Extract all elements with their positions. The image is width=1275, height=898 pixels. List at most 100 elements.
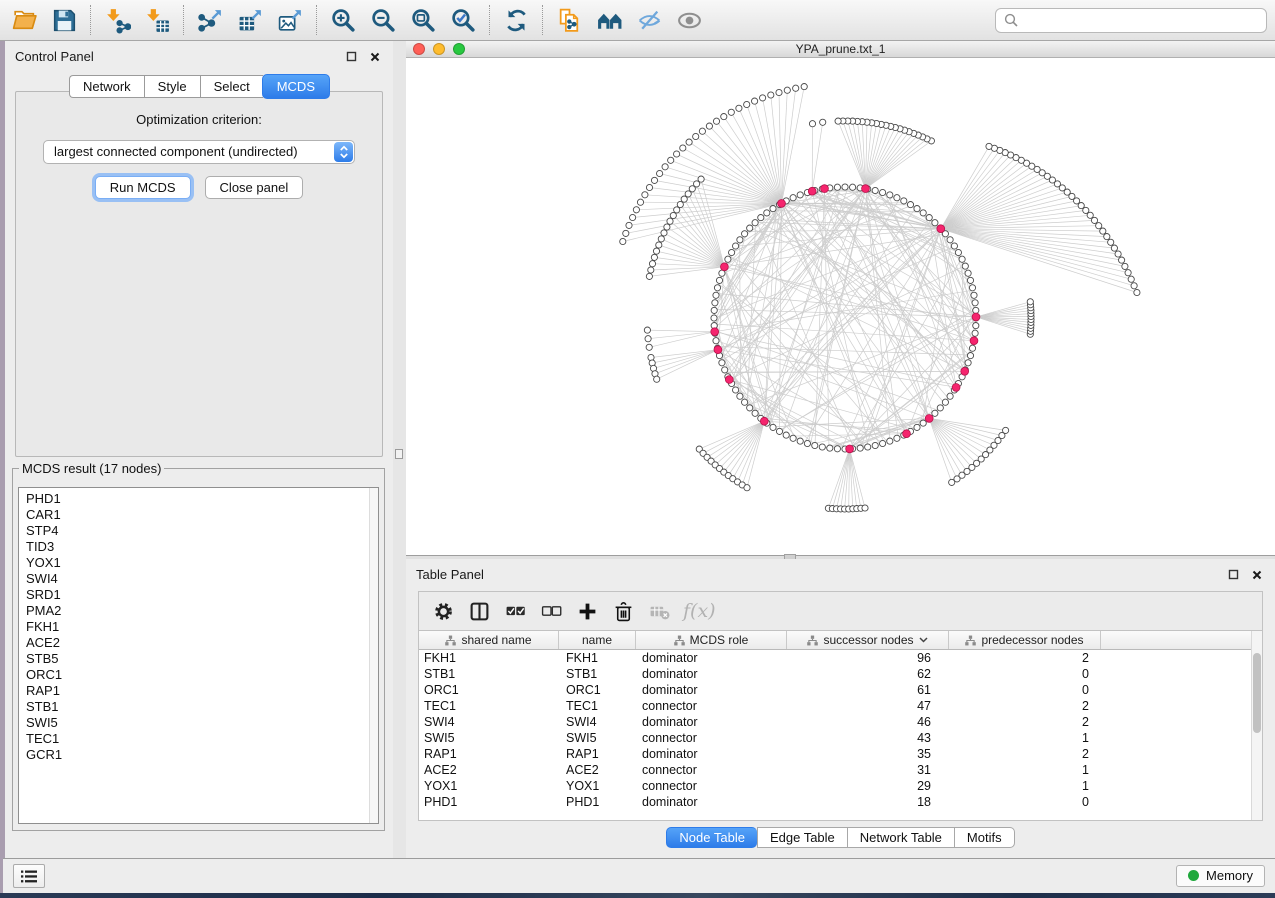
export-image-button[interactable] xyxy=(270,3,310,37)
list-item[interactable]: SRD1 xyxy=(26,587,378,603)
cell-name[interactable]: STB1 xyxy=(559,667,636,681)
save-button[interactable] xyxy=(44,3,84,37)
cell-successor-nodes[interactable]: 31 xyxy=(787,763,949,777)
list-item[interactable]: CAR1 xyxy=(26,507,378,523)
cell-shared-name[interactable]: ORC1 xyxy=(419,683,559,697)
zoom-fit-button[interactable] xyxy=(403,3,443,37)
clone-network-button[interactable] xyxy=(549,3,589,37)
cell-predecessor-nodes[interactable]: 0 xyxy=(949,795,1101,809)
column-header-shared-name[interactable]: shared name xyxy=(419,631,559,649)
zoom-in-button[interactable] xyxy=(323,3,363,37)
select-all-button[interactable] xyxy=(503,597,527,625)
cell-MCDS-role[interactable]: connector xyxy=(636,731,787,745)
cell-predecessor-nodes[interactable]: 2 xyxy=(949,699,1101,713)
close-table-panel-icon[interactable] xyxy=(1249,568,1265,582)
cell-MCDS-role[interactable]: connector xyxy=(636,763,787,777)
list-item[interactable]: PHD1 xyxy=(26,491,378,507)
cell-MCDS-role[interactable]: connector xyxy=(636,779,787,793)
split-view-button[interactable] xyxy=(467,597,491,625)
tab-select[interactable]: Select xyxy=(200,75,263,98)
cell-successor-nodes[interactable]: 43 xyxy=(787,731,949,745)
cell-predecessor-nodes[interactable]: 1 xyxy=(949,731,1101,745)
close-panel-icon[interactable] xyxy=(367,50,383,64)
first-neighbors-button[interactable] xyxy=(589,3,629,37)
close-panel-button[interactable]: Close panel xyxy=(205,176,304,199)
column-header-name[interactable]: name xyxy=(559,631,636,649)
table-row[interactable]: RAP1RAP1dominator352 xyxy=(419,746,1262,762)
cell-shared-name[interactable]: STB1 xyxy=(419,667,559,681)
network-window-titlebar[interactable]: YPA_prune.txt_1 xyxy=(406,41,1275,58)
tab-motifs[interactable]: Motifs xyxy=(954,827,1015,848)
list-item[interactable]: STB1 xyxy=(26,699,378,715)
refresh-button[interactable] xyxy=(496,3,536,37)
cell-successor-nodes[interactable]: 61 xyxy=(787,683,949,697)
tab-mcds[interactable]: MCDS xyxy=(262,74,330,99)
cell-successor-nodes[interactable]: 29 xyxy=(787,779,949,793)
float-panel-icon[interactable] xyxy=(343,50,359,64)
cell-MCDS-role[interactable]: dominator xyxy=(636,683,787,697)
column-header-successor-nodes[interactable]: successor nodes xyxy=(787,631,949,649)
table-row[interactable]: SWI5SWI5connector431 xyxy=(419,730,1262,746)
zoom-selected-button[interactable] xyxy=(443,3,483,37)
list-item[interactable]: SWI4 xyxy=(26,571,378,587)
cell-name[interactable]: SWI5 xyxy=(559,731,636,745)
list-item[interactable]: FKH1 xyxy=(26,619,378,635)
table-row[interactable]: TEC1TEC1connector472 xyxy=(419,698,1262,714)
cell-name[interactable]: FKH1 xyxy=(559,651,636,665)
table-row[interactable]: SWI4SWI4dominator462 xyxy=(419,714,1262,730)
list-item[interactable]: ORC1 xyxy=(26,667,378,683)
cell-shared-name[interactable]: FKH1 xyxy=(419,651,559,665)
cell-name[interactable]: RAP1 xyxy=(559,747,636,761)
cell-MCDS-role[interactable]: dominator xyxy=(636,667,787,681)
table-row[interactable]: PHD1PHD1dominator180 xyxy=(419,794,1262,810)
table-row[interactable]: ACE2ACE2connector311 xyxy=(419,762,1262,778)
result-scrollbar-track[interactable] xyxy=(369,488,378,823)
zoom-out-button[interactable] xyxy=(363,3,403,37)
import-table-button[interactable] xyxy=(137,3,177,37)
import-network-button[interactable] xyxy=(97,3,137,37)
tab-style[interactable]: Style xyxy=(144,75,200,98)
add-button[interactable] xyxy=(575,597,599,625)
tab-network-table[interactable]: Network Table xyxy=(847,827,954,848)
search-input[interactable] xyxy=(1024,13,1258,28)
cell-name[interactable]: SWI4 xyxy=(559,715,636,729)
minimize-window-icon[interactable] xyxy=(433,43,445,55)
list-item[interactable]: ACE2 xyxy=(26,635,378,651)
cell-name[interactable]: YOX1 xyxy=(559,779,636,793)
cell-predecessor-nodes[interactable]: 0 xyxy=(949,683,1101,697)
cell-predecessor-nodes[interactable]: 2 xyxy=(949,651,1101,665)
network-view[interactable] xyxy=(406,58,1275,555)
table-row[interactable]: STB1STB1dominator620 xyxy=(419,666,1262,682)
run-mcds-button[interactable]: Run MCDS xyxy=(95,176,191,199)
list-item[interactable]: SWI5 xyxy=(26,715,378,731)
close-window-icon[interactable] xyxy=(413,43,425,55)
cell-MCDS-role[interactable]: connector xyxy=(636,699,787,713)
memory-button[interactable]: Memory xyxy=(1176,865,1265,887)
cell-shared-name[interactable]: YOX1 xyxy=(419,779,559,793)
cell-successor-nodes[interactable]: 35 xyxy=(787,747,949,761)
cell-successor-nodes[interactable]: 18 xyxy=(787,795,949,809)
cell-MCDS-role[interactable]: dominator xyxy=(636,795,787,809)
list-item[interactable]: RAP1 xyxy=(26,683,378,699)
cell-successor-nodes[interactable]: 62 xyxy=(787,667,949,681)
table-row[interactable]: YOX1YOX1connector291 xyxy=(419,778,1262,794)
list-item[interactable]: YOX1 xyxy=(26,555,378,571)
table-scrollbar-thumb[interactable] xyxy=(1253,653,1261,733)
export-table-button[interactable] xyxy=(230,3,270,37)
cell-predecessor-nodes[interactable]: 1 xyxy=(949,763,1101,777)
cell-successor-nodes[interactable]: 47 xyxy=(787,699,949,713)
column-header-predecessor-nodes[interactable]: predecessor nodes xyxy=(949,631,1101,649)
cell-predecessor-nodes[interactable]: 1 xyxy=(949,779,1101,793)
settings-button[interactable] xyxy=(431,597,455,625)
cell-successor-nodes[interactable]: 96 xyxy=(787,651,949,665)
cell-shared-name[interactable]: PHD1 xyxy=(419,795,559,809)
cell-name[interactable]: PHD1 xyxy=(559,795,636,809)
list-item[interactable]: PMA2 xyxy=(26,603,378,619)
column-header-MCDS-role[interactable]: MCDS role xyxy=(636,631,787,649)
cell-MCDS-role[interactable]: dominator xyxy=(636,715,787,729)
cell-shared-name[interactable]: TEC1 xyxy=(419,699,559,713)
list-item[interactable]: STP4 xyxy=(26,523,378,539)
criterion-dropdown[interactable]: largest connected component (undirected) xyxy=(43,140,355,164)
table-row[interactable]: FKH1FKH1dominator962 xyxy=(419,650,1262,666)
cell-shared-name[interactable]: ACE2 xyxy=(419,763,559,777)
